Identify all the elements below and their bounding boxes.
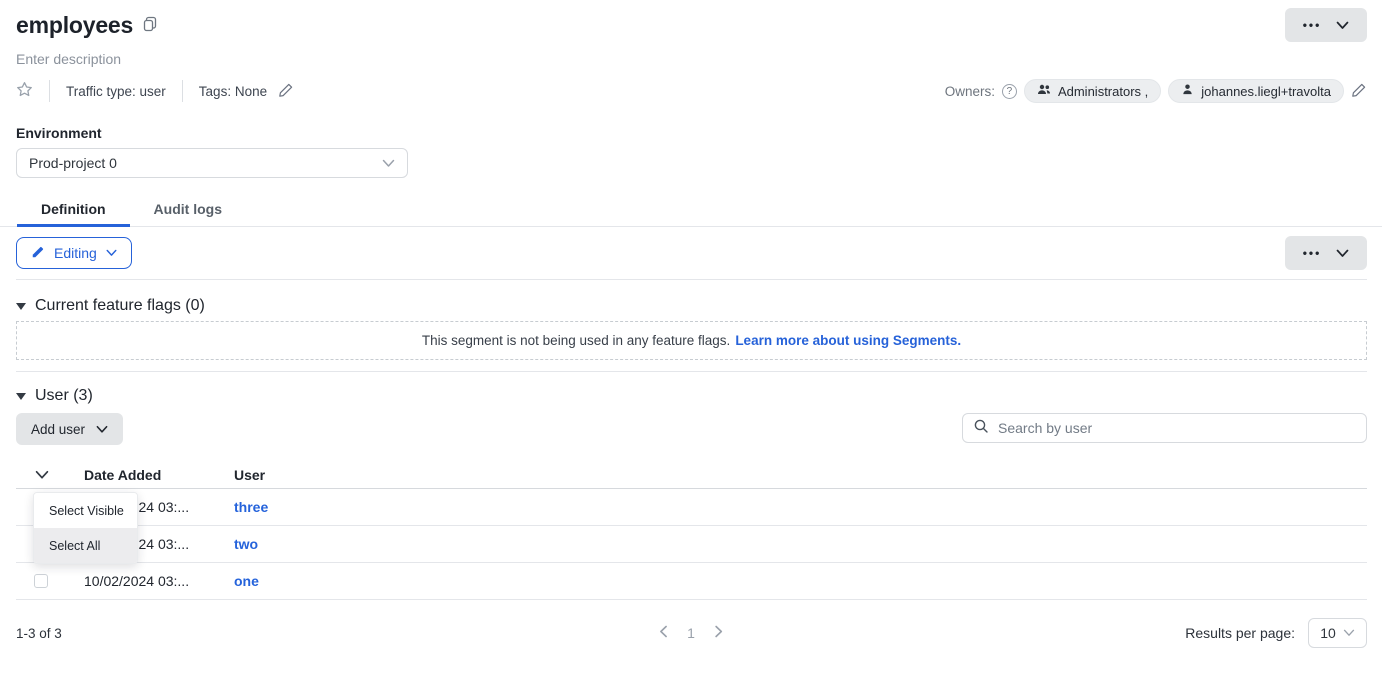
user-table: Date Added User 10/02/2024 03:... three … bbox=[16, 461, 1367, 600]
table-row: 10/02/2024 03:... one bbox=[16, 563, 1367, 600]
user-link[interactable]: three bbox=[234, 499, 268, 515]
column-header-user: User bbox=[234, 467, 1367, 483]
tab-definition[interactable]: Definition bbox=[17, 193, 130, 227]
title-row: employees ••• bbox=[0, 0, 1382, 42]
chevron-down-icon bbox=[96, 425, 108, 434]
collapse-triangle-icon bbox=[16, 303, 26, 310]
owners-label: Owners: bbox=[945, 84, 995, 99]
edit-owners-button[interactable] bbox=[1351, 82, 1367, 101]
empty-message: This segment is not being used in any fe… bbox=[422, 333, 730, 348]
results-per-page-label: Results per page: bbox=[1185, 625, 1295, 641]
description-placeholder[interactable]: Enter description bbox=[0, 51, 1382, 67]
date-added-cell: 10/02/2024 03:... bbox=[84, 573, 234, 589]
user-search-box bbox=[962, 413, 1367, 443]
pagination-bar: 1-3 of 3 1 Results per page: 10 bbox=[0, 617, 1382, 649]
divider bbox=[16, 279, 1367, 280]
group-icon bbox=[1037, 83, 1051, 99]
table-row: 10/02/2024 03:... two bbox=[16, 526, 1367, 563]
owner-chip-administrators[interactable]: Administrators , bbox=[1024, 79, 1161, 103]
menu-item-select-all[interactable]: Select All bbox=[34, 528, 137, 563]
page-title: employees bbox=[16, 12, 133, 39]
copy-icon bbox=[142, 16, 158, 35]
user-heading: User (3) bbox=[35, 387, 93, 405]
select-menu-trigger[interactable] bbox=[35, 470, 49, 480]
more-actions-button[interactable]: ••• bbox=[1285, 8, 1367, 42]
owner-chip-label: Administrators , bbox=[1058, 84, 1148, 99]
star-icon bbox=[16, 81, 33, 101]
results-per-page-group: Results per page: 10 bbox=[1185, 618, 1367, 648]
more-actions-button[interactable]: ••• bbox=[1285, 236, 1367, 270]
pencil-icon bbox=[278, 82, 294, 101]
divider bbox=[182, 80, 183, 102]
table-row: 10/02/2024 03:... three bbox=[16, 489, 1367, 526]
feature-flags-heading: Current feature flags (0) bbox=[35, 297, 205, 315]
previous-page-button[interactable] bbox=[659, 625, 668, 641]
user-controls: Add user bbox=[0, 413, 1382, 445]
divider bbox=[16, 371, 1367, 372]
feature-flags-empty-state: This segment is not being used in any fe… bbox=[16, 321, 1367, 360]
pencil-icon bbox=[1351, 82, 1367, 101]
toolbar: Editing ••• bbox=[0, 236, 1382, 270]
select-dropdown-menu: Select Visible Select All bbox=[33, 492, 138, 564]
segment-page: employees ••• Enter description Traffic bbox=[0, 0, 1382, 680]
owners-group: Owners: ? Administrators , johannes.lieg… bbox=[945, 79, 1367, 103]
environment-selected-value: Prod-project 0 bbox=[29, 155, 117, 171]
results-range: 1-3 of 3 bbox=[16, 626, 62, 641]
ellipsis-icon: ••• bbox=[1303, 247, 1322, 259]
editing-label: Editing bbox=[54, 245, 97, 261]
add-user-button[interactable]: Add user bbox=[16, 413, 123, 445]
user-section-toggle[interactable]: User (3) bbox=[0, 387, 93, 405]
table-header: Date Added User bbox=[16, 461, 1367, 489]
tab-audit-logs[interactable]: Audit logs bbox=[130, 193, 246, 227]
owner-chip-label: johannes.liegl+travolta bbox=[1201, 84, 1331, 99]
environment-label: Environment bbox=[0, 125, 1382, 141]
owner-chip-user[interactable]: johannes.liegl+travolta bbox=[1168, 79, 1344, 103]
user-link[interactable]: one bbox=[234, 573, 259, 589]
chevron-right-icon bbox=[714, 625, 723, 641]
next-page-button[interactable] bbox=[714, 625, 723, 641]
chevron-left-icon bbox=[659, 625, 668, 641]
user-link[interactable]: two bbox=[234, 536, 258, 552]
menu-item-select-visible[interactable]: Select Visible bbox=[34, 493, 137, 528]
collapse-triangle-icon bbox=[16, 393, 26, 400]
divider bbox=[49, 80, 50, 102]
meta-row: Traffic type: user Tags: None Owners: ? … bbox=[0, 79, 1382, 103]
chevron-down-icon bbox=[1336, 249, 1349, 258]
environment-select[interactable]: Prod-project 0 bbox=[16, 148, 408, 178]
chevron-down-icon bbox=[106, 249, 117, 257]
tab-bar: Definition Audit logs bbox=[0, 193, 1382, 227]
copy-button[interactable] bbox=[142, 16, 158, 35]
search-input[interactable] bbox=[996, 419, 1356, 437]
search-icon bbox=[973, 418, 989, 439]
column-header-date-added: Date Added bbox=[84, 467, 234, 483]
tags-label: Tags: None bbox=[199, 84, 267, 99]
add-user-label: Add user bbox=[31, 422, 85, 437]
editing-button[interactable]: Editing bbox=[16, 237, 132, 269]
edit-tags-button[interactable] bbox=[278, 82, 294, 101]
ellipsis-icon: ••• bbox=[1303, 19, 1322, 31]
chevron-down-icon bbox=[382, 155, 395, 171]
pager: 1 bbox=[659, 625, 723, 641]
row-checkbox[interactable] bbox=[34, 574, 48, 588]
feature-flags-section-toggle[interactable]: Current feature flags (0) bbox=[0, 297, 205, 315]
learn-more-link[interactable]: Learn more about using Segments. bbox=[735, 333, 961, 348]
results-per-page-value: 10 bbox=[1320, 625, 1336, 641]
traffic-type-label: Traffic type: user bbox=[66, 84, 166, 99]
chevron-down-icon bbox=[1343, 629, 1355, 637]
pencil-icon bbox=[31, 245, 45, 262]
person-icon bbox=[1181, 83, 1194, 99]
page-number[interactable]: 1 bbox=[687, 625, 695, 641]
help-icon[interactable]: ? bbox=[1002, 84, 1017, 99]
results-per-page-select[interactable]: 10 bbox=[1308, 618, 1367, 648]
favorite-star-button[interactable] bbox=[16, 81, 33, 101]
chevron-down-icon bbox=[1336, 21, 1349, 30]
